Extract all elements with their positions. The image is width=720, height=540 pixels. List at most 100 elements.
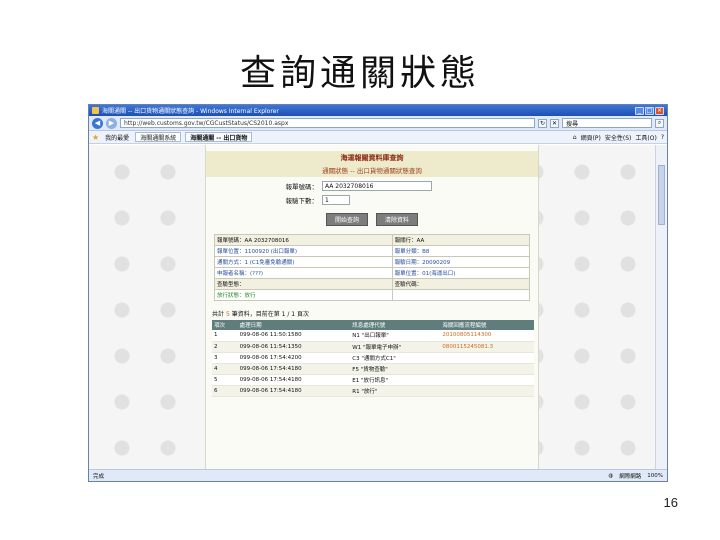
page-header: 海運報關資料庫查詢 通關狀態 -- 出口貨物通關狀態查詢 [206, 151, 538, 177]
menu-tools[interactable]: 工具(O) [635, 133, 656, 142]
info-cell: 申報者名稱：(???) [214, 267, 393, 279]
page-content: 海運報關資料庫查詢 通關狀態 -- 出口貨物通關狀態查詢 報單號碼： AA 20… [89, 145, 657, 471]
table-row: 3 099-08-06 17:54:4200 C3 "通關方式C1" [212, 352, 534, 364]
table-cell [440, 385, 534, 397]
status-bar: 完成 ◍ 網際網路 100% [89, 469, 667, 481]
minimize-button[interactable]: _ [635, 106, 644, 115]
status-zone: 網際網路 [619, 473, 642, 480]
stop-icon[interactable]: ✕ [550, 118, 559, 128]
table-header-row: 項次 處理日期 訊息處理代號 海關回應流程編號 [212, 320, 534, 330]
slide-title: 查詢通關狀態 [239, 53, 480, 94]
page-header-subtitle: 通關狀態 -- 出口貨物通關狀態查詢 [322, 167, 422, 175]
info-cell [391, 289, 531, 301]
search-input[interactable]: 搜尋 [562, 118, 652, 128]
tab-export-status[interactable]: 海關通關 -- 出口貨物 [185, 132, 253, 142]
table-cell [440, 352, 534, 364]
browser-window: 海關通關 -- 出口貨物通關狀態查詢 - Windows Internal Ex… [88, 104, 668, 482]
table-cell: 2 [212, 341, 238, 353]
status-text: 完成 [93, 473, 105, 480]
info-row: 申報者名稱：(???) 報單位置：01(海運出口) [214, 267, 531, 279]
window-titlebar: 海關通關 -- 出口貨物通關狀態查詢 - Windows Internal Ex… [89, 105, 667, 116]
info-cell: 報驗日期：20090209 [391, 256, 531, 268]
favorites-bar: ★ 我的最愛 海關通關系統 海關通關 -- 出口貨物 ⌂ 網頁(P) 安全性(S… [89, 131, 667, 144]
home-icon[interactable]: ⌂ [573, 134, 577, 141]
tab-customs-system[interactable]: 海關通關系統 [135, 132, 182, 142]
info-cell: 報單位置：01(海運出口) [391, 267, 531, 279]
table-cell: 099-08-06 17:54:4180 [237, 363, 351, 375]
table-cell: 3 [212, 352, 238, 364]
vertical-scrollbar[interactable] [655, 145, 667, 471]
table-cell [440, 363, 534, 375]
info-row: 報單號碼：AA 2032708016 報關行：AA [214, 234, 531, 246]
ie-icon [92, 107, 99, 114]
declaration-info-table: 報單號碼：AA 2032708016 報關行：AA 報單位置：1100920 (… [214, 234, 531, 301]
scrollbar-thumb[interactable] [658, 165, 665, 225]
column-header: 訊息處理代號 [350, 320, 441, 330]
table-row: 5 099-08-06 17:54:4180 E1 "放行訊息" [212, 374, 534, 386]
table-cell: F5 "貨物查驗" [350, 363, 441, 375]
close-button[interactable]: × [655, 106, 664, 115]
declaration-input[interactable]: AA 2032708016 [322, 181, 432, 191]
table-cell: 099-08-06 17:54:4180 [237, 385, 351, 397]
info-cell: 報單位置：1100920 (出口報單) [214, 245, 393, 257]
table-cell: C3 "通關方式C1" [350, 352, 441, 364]
back-button[interactable]: ◀ [92, 117, 103, 129]
info-cell: 查驗代碼： [391, 278, 531, 290]
page-number: 16 [663, 495, 678, 510]
info-cell: 報單號碼：AA 2032708016 [214, 234, 393, 246]
table-cell: E1 "放行訊息" [350, 374, 441, 386]
table-cell: 1 [212, 330, 238, 342]
window-controls: _ □ × [635, 106, 664, 115]
query-panel: 海運報關資料庫查詢 通關狀態 -- 出口貨物通關狀態查詢 報單號碼： AA 20… [205, 145, 539, 471]
column-header: 處理日期 [237, 320, 351, 330]
declaration-label: 報單號碼： [285, 183, 319, 191]
favorites-label[interactable]: 我的最愛 [103, 133, 131, 142]
page-count-input[interactable]: 1 [322, 195, 350, 205]
table-row: 4 099-08-06 17:54:4180 F5 "貨物查驗" [212, 363, 534, 375]
table-cell [440, 374, 534, 386]
help-icon[interactable]: ? [661, 134, 664, 141]
table-cell: W1 "報單電子申辦" [350, 341, 441, 353]
page-header-title: 海運報關資料庫查詢 [340, 154, 404, 162]
table-cell: R1 "放行" [350, 385, 441, 397]
table-cell: 0800115245081.3 [440, 341, 534, 353]
window-title: 海關通關 -- 出口貨物通關狀態查詢 - Windows Internal Ex… [102, 108, 279, 115]
form-row-declaration: 報單號碼： AA 2032708016 [206, 181, 538, 191]
favorites-star-icon[interactable]: ★ [92, 133, 99, 142]
table-cell: 6 [212, 385, 238, 397]
info-cell: 通關方式：1 (C1免審免驗通關) [214, 256, 393, 268]
column-header: 項次 [212, 320, 238, 330]
table-cell: N1 "出口報單" [350, 330, 441, 342]
url-input[interactable]: http://web.customs.gov.tw/CGCustStatus/C… [120, 118, 535, 128]
info-row: 通關方式：1 (C1免審免驗通關) 報驗日期：20090209 [214, 256, 531, 268]
table-cell: 5 [212, 374, 238, 386]
info-cell: 報單分類：B8 [391, 245, 531, 257]
page-count-label: 報驗下數： [285, 197, 319, 205]
table-row: 6 099-08-06 17:54:4180 R1 "放行" [212, 385, 534, 397]
maximize-button[interactable]: □ [645, 106, 654, 115]
search-icon[interactable]: ⌕ [655, 118, 664, 128]
table-cell: 099-08-06 17:54:4180 [237, 374, 351, 386]
info-cell: 查驗型態： [214, 278, 393, 290]
form-row-page: 報驗下數： 1 [206, 195, 538, 205]
table-cell: 099-08-06 11:50:1580 [237, 330, 351, 342]
refresh-icon[interactable]: ↻ [538, 118, 547, 128]
result-summary-count: 5 [225, 311, 230, 318]
clear-button[interactable]: 清除資料 [376, 213, 419, 226]
status-history-table: 項次 處理日期 訊息處理代號 海關回應流程編號 1 099-08-06 11:5… [212, 320, 534, 397]
table-cell: 099-08-06 17:54:4200 [237, 352, 351, 364]
table-cell: 20100805114300 [440, 330, 534, 342]
zoom-level[interactable]: 100% [647, 473, 663, 479]
query-button[interactable]: 開始查詢 [325, 213, 368, 226]
info-row: 放行狀態：放行 [214, 289, 531, 301]
info-cell: 報關行：AA [391, 234, 531, 246]
info-cell: 放行狀態：放行 [214, 289, 393, 301]
globe-icon: ◍ [608, 472, 614, 479]
menu-page[interactable]: 網頁(P) [581, 133, 601, 142]
info-row: 查驗型態： 查驗代碼： [214, 278, 531, 290]
column-header: 海關回應流程編號 [440, 320, 534, 330]
menu-safety[interactable]: 安全性(S) [605, 133, 632, 142]
forward-button[interactable]: ▶ [106, 117, 117, 129]
result-summary: 共計 5 筆資料，目前在第 1 / 1 頁次 [212, 309, 532, 318]
table-cell: 099-08-06 11:54:1350 [237, 341, 351, 353]
